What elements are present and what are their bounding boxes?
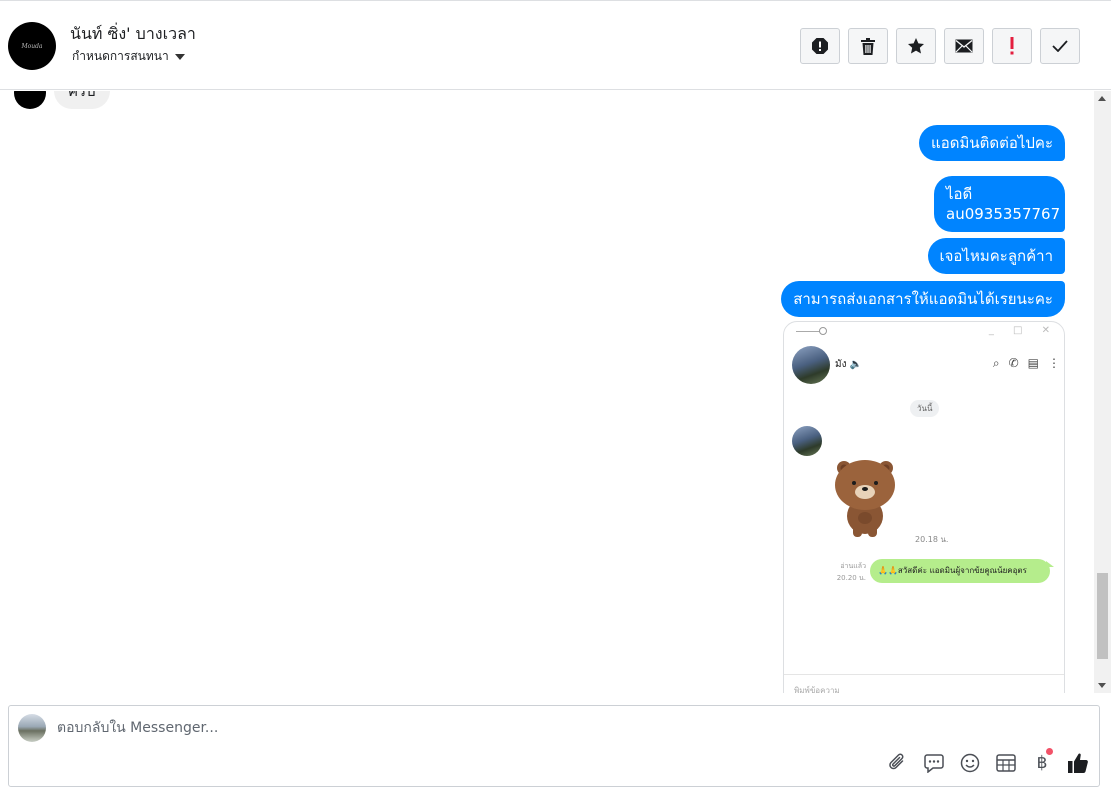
mark-done-button[interactable] — [1040, 28, 1080, 64]
outgoing-message: เจอไหมคะลูกค้าา — [927, 238, 1065, 274]
attachment-date-chip: วันนี้ — [910, 400, 940, 417]
avatar-logo-text: Mouda — [21, 42, 43, 50]
chevron-down-icon — [174, 54, 185, 60]
contact-avatar-small — [14, 91, 46, 109]
like-button[interactable] — [1067, 752, 1089, 774]
scroll-down-arrow-icon[interactable] — [1098, 683, 1106, 688]
mark-important-button[interactable] — [992, 28, 1032, 64]
mark-unread-button[interactable] — [944, 28, 984, 64]
thread-scrollbar[interactable] — [1094, 91, 1111, 693]
reply-input[interactable] — [57, 716, 657, 740]
conversation-settings-label: กำหนดการสนทนา — [72, 49, 169, 63]
header-toolbar — [800, 28, 1080, 64]
contact-name[interactable]: นันท์ ซิ่ง' บางเวลา — [70, 22, 196, 47]
attachment-window-bar: _ □ ✕ — [784, 322, 1064, 342]
search-icon: ⌕ — [992, 356, 1000, 370]
envelope-icon — [955, 39, 973, 53]
attachment-bubble-tail — [1046, 561, 1054, 567]
report-icon — [812, 38, 828, 54]
composer-toolbar: ฿ — [887, 748, 1089, 774]
saved-reply-icon — [924, 754, 944, 773]
report-spam-button[interactable] — [800, 28, 840, 64]
attach-file-button[interactable] — [887, 752, 909, 774]
more-icon: ⋮ — [1048, 356, 1060, 370]
phone-icon: ✆ — [1008, 356, 1019, 370]
contact-avatar[interactable]: Mouda — [8, 22, 56, 70]
bear-sticker-icon — [835, 460, 895, 537]
like-icon — [1068, 753, 1088, 773]
attachment-header-icons: ⌕ ✆ ▤ ⋮ — [993, 356, 1060, 371]
outgoing-message: ไอดี au0935357767 — [934, 176, 1065, 232]
notification-dot — [1046, 748, 1053, 755]
star-icon — [908, 38, 924, 54]
attachment-sticker-time: 20.18 น. — [915, 535, 949, 544]
scroll-up-arrow-icon[interactable] — [1098, 96, 1106, 101]
attachment-contact-avatar — [792, 346, 830, 384]
attachment-read-status: อ่านแล้ว 20.20 น. — [836, 562, 866, 582]
emoji-button[interactable] — [959, 752, 981, 774]
message-thread[interactable]: ครับ แอดมินติดต่อไปคะ ไอดี au0935357767 … — [0, 91, 1111, 693]
attachment-contact-name: มัง 🔈 — [835, 359, 863, 370]
emoji-icon — [960, 753, 980, 773]
outgoing-message: สามารถส่งเอกสารให้แอดมินได้เรยนะคะ — [781, 281, 1065, 317]
attachment-input-placeholder: พิมพ์ข้อความ — [794, 686, 840, 693]
star-button[interactable] — [896, 28, 936, 64]
outgoing-message: แอดมินติดต่อไปคะ — [919, 125, 1065, 161]
notes-icon: ▤ — [1027, 356, 1039, 370]
conversation-settings-dropdown[interactable]: กำหนดการสนทนา — [72, 47, 185, 66]
conversation-header: Mouda นันท์ ซิ่ง' บางเวลา กำหนดการสนทนา — [0, 0, 1111, 90]
saved-replies-button[interactable] — [923, 752, 945, 774]
paperclip-icon — [889, 753, 904, 770]
window-controls-icon: _ □ ✕ — [988, 325, 1058, 336]
baht-icon: ฿ — [1036, 753, 1048, 773]
table-icon — [996, 754, 1016, 772]
appointment-button[interactable] — [995, 752, 1017, 774]
trash-icon — [861, 37, 875, 55]
payment-button[interactable]: ฿ — [1031, 748, 1053, 774]
check-icon — [1052, 40, 1068, 52]
attachment-divider — [784, 674, 1064, 675]
attachment-reply-bubble: 🙏🙏สวัสดีค่ะ แอดมินผู้จากข้ยคูณน้ยคอุตร — [870, 559, 1050, 583]
exclamation-icon — [1010, 37, 1014, 55]
incoming-message: ครับ — [54, 91, 110, 109]
image-attachment[interactable]: _ □ ✕ มัง 🔈 ⌕ ✆ ▤ ⋮ วันนี้ 20.18 น. อ่าน… — [783, 321, 1065, 693]
attachment-slider-knob — [819, 327, 827, 335]
reply-composer: ฿ — [8, 705, 1100, 787]
attachment-sender-avatar — [792, 426, 822, 456]
delete-button[interactable] — [848, 28, 888, 64]
scrollbar-thumb[interactable] — [1097, 573, 1108, 659]
page-avatar — [18, 714, 46, 742]
